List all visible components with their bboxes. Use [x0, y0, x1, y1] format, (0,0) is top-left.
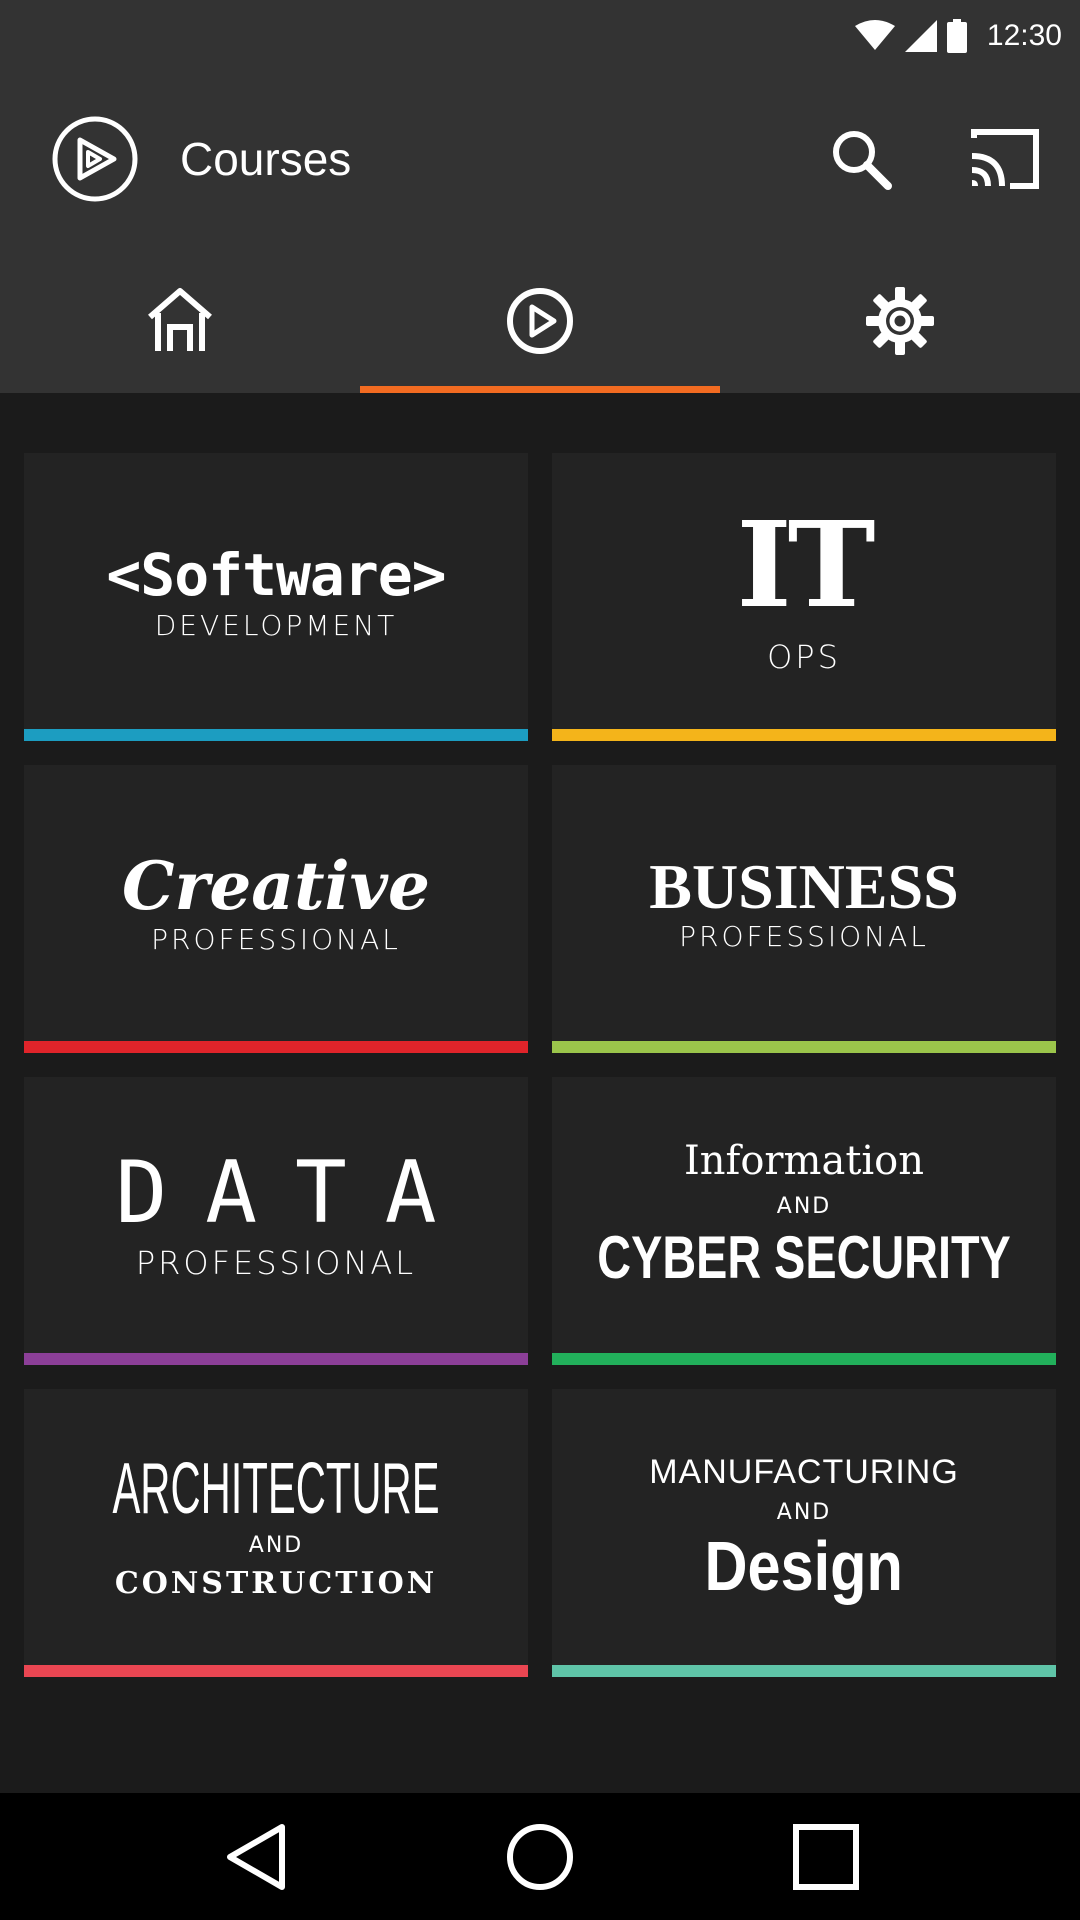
tab-settings[interactable] [720, 248, 1080, 393]
card-content: DATA PROFESSIONAL [24, 1077, 528, 1353]
battery-icon [946, 19, 967, 53]
category-card-data-professional[interactable]: DATA PROFESSIONAL [24, 1077, 528, 1365]
card-content: Creative PROFESSIONAL [24, 765, 528, 1041]
card-subtitle: DEVELOPMENT [154, 608, 398, 642]
tab-indicator [360, 386, 720, 393]
card-title: IT [736, 495, 875, 634]
card-content: IT OPS [552, 453, 1056, 729]
card-title: <Software> [106, 540, 446, 609]
card-accent-bar [24, 1665, 528, 1677]
card-title: BUSINESS [649, 850, 959, 922]
category-card-information-cyber-security[interactable]: Information AND CYBER SECURITY [552, 1077, 1056, 1365]
card-title-top: MANUFACTURING [649, 1453, 959, 1491]
card-accent-bar [552, 1041, 1056, 1053]
card-title: DATA [115, 1142, 475, 1243]
wifi-icon [854, 20, 895, 50]
category-card-creative-professional[interactable]: Creative PROFESSIONAL [24, 765, 528, 1053]
tab-home[interactable] [0, 248, 360, 393]
category-card-manufacturing-design[interactable]: MANUFACTURING AND Design [552, 1389, 1056, 1677]
cast-icon[interactable] [966, 124, 1042, 194]
pluralsight-logo-icon[interactable] [52, 116, 138, 202]
home-circle-icon[interactable] [500, 1817, 580, 1897]
card-content: <Software> DEVELOPMENT [24, 453, 528, 729]
card-content: BUSINESS PROFESSIONAL [552, 765, 1056, 1041]
card-title-bottom: CYBER SECURITY [597, 1224, 1011, 1291]
category-card-software-development[interactable]: <Software> DEVELOPMENT [24, 453, 528, 741]
status-bar: 12:30 [0, 0, 1080, 72]
back-icon[interactable] [216, 1817, 296, 1897]
card-accent-bar [552, 1353, 1056, 1365]
card-content: MANUFACTURING AND Design [552, 1389, 1056, 1665]
category-card-business-professional[interactable]: BUSINESS PROFESSIONAL [552, 765, 1056, 1053]
card-title: Creative [122, 847, 430, 926]
search-icon[interactable] [826, 124, 896, 194]
system-nav-bar [0, 1793, 1080, 1920]
page-title: Courses [180, 133, 352, 185]
status-icons: 12:30 [854, 18, 1062, 54]
category-card-it-ops[interactable]: IT OPS [552, 453, 1056, 741]
play-circle-icon [507, 287, 573, 354]
card-subtitle: OPS [767, 638, 841, 676]
app-bar: Courses [0, 72, 1080, 248]
gear-icon [866, 286, 934, 355]
home-icon [148, 287, 212, 351]
card-subtitle: PROFESSIONAL [151, 922, 401, 956]
category-card-architecture-construction[interactable]: ARCHITECTURE AND CONSTRUCTION [24, 1389, 528, 1677]
card-and: AND [248, 1533, 304, 1558]
card-title-bottom: Design [704, 1527, 904, 1605]
card-title-top: Information [683, 1138, 925, 1184]
card-subtitle: PROFESSIONAL [679, 920, 929, 954]
card-title-bottom: CONSTRUCTION [114, 1566, 438, 1601]
cellular-signal-icon [904, 20, 937, 52]
tab-bar [0, 248, 1080, 393]
card-accent-bar [24, 1041, 528, 1053]
card-subtitle: PROFESSIONAL [135, 1244, 417, 1283]
card-and: AND [776, 1500, 832, 1525]
card-title-top: ARCHITECTURE [112, 1449, 440, 1529]
card-accent-bar [24, 1353, 528, 1365]
card-accent-bar [552, 1665, 1056, 1677]
status-time: 12:30 [986, 19, 1062, 52]
recents-icon[interactable] [786, 1817, 866, 1897]
tab-courses[interactable] [360, 248, 720, 393]
card-accent-bar [24, 729, 528, 741]
card-content: ARCHITECTURE AND CONSTRUCTION [24, 1389, 528, 1665]
card-content: Information AND CYBER SECURITY [552, 1077, 1056, 1353]
card-accent-bar [552, 729, 1056, 741]
card-and: AND [776, 1194, 832, 1219]
